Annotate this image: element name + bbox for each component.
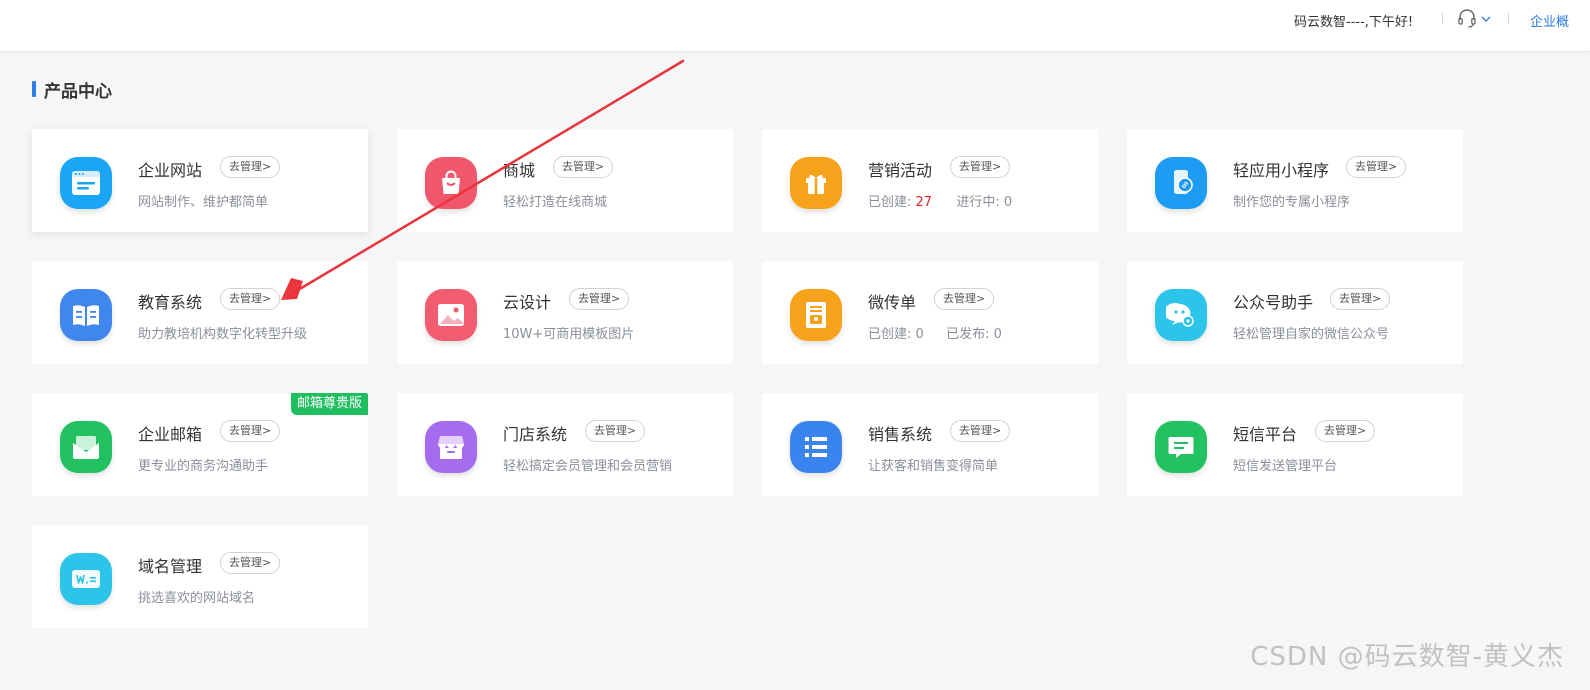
browser-window-icon	[60, 157, 112, 209]
product-name: 商城	[503, 161, 536, 180]
stat-value-created: 27	[915, 195, 933, 210]
product-name: 营销活动	[868, 161, 933, 180]
manage-button[interactable]: 去管理>	[569, 288, 630, 310]
product-name: 教育系统	[138, 293, 203, 312]
chat-bubble-gear-icon	[1155, 289, 1207, 341]
divider	[1442, 12, 1443, 24]
mini-program-phone-icon	[1155, 157, 1207, 209]
stat-value-created: 0	[915, 327, 924, 342]
manage-button[interactable]: 去管理>	[934, 288, 995, 310]
section-header: 产品中心	[32, 78, 112, 102]
product-card-domain[interactable]: 域名管理 去管理> 挑选喜欢的网站域名	[32, 525, 368, 628]
product-stats: 已创建: 0 已发布: 0	[868, 323, 1002, 342]
manage-button[interactable]: 去管理>	[1315, 420, 1376, 442]
section-title: 产品中心	[44, 81, 112, 102]
product-stats: 已创建: 27 进行中: 0	[868, 191, 1012, 210]
domain-tag-icon	[60, 553, 112, 605]
list-icon	[790, 421, 842, 473]
premium-badge: 邮箱尊贵版	[290, 393, 368, 415]
product-card-mini-program[interactable]: 轻应用小程序 去管理> 制作您的专属小程序	[1127, 129, 1463, 232]
product-name: 短信平台	[1233, 425, 1298, 444]
enterprise-link[interactable]: 企业概	[1530, 11, 1569, 30]
stat-label-created: 已创建:	[868, 327, 912, 342]
manage-button[interactable]: 去管理>	[220, 288, 281, 310]
message-icon	[1155, 421, 1207, 473]
stat-value-published: 0	[993, 327, 1002, 342]
product-card-cloud-design[interactable]: 云设计 去管理> 10W+可商用模板图片	[397, 261, 733, 364]
manage-button[interactable]: 去管理>	[1346, 156, 1407, 178]
product-description: 制作您的专属小程序	[1233, 195, 1351, 210]
flyer-icon	[790, 289, 842, 341]
section-accent-bar	[32, 81, 36, 97]
product-name: 企业邮箱	[138, 425, 203, 444]
manage-button[interactable]: 去管理>	[220, 420, 281, 442]
product-card-education[interactable]: 教育系统 去管理> 助力教培机构数字化转型升级	[32, 261, 368, 364]
product-name: 公众号助手	[1233, 293, 1314, 312]
product-description: 助力教培机构数字化转型升级	[138, 327, 308, 342]
shopping-bag-icon	[425, 157, 477, 209]
product-card-marketing[interactable]: 营销活动 去管理> 已创建: 27 进行中: 0	[762, 129, 1098, 232]
customer-service-menu[interactable]	[1458, 9, 1494, 29]
product-card-enterprise-email[interactable]: 邮箱尊贵版 企业邮箱 去管理> 更专业的商务沟通助手	[32, 393, 368, 496]
manage-button[interactable]: 去管理>	[553, 156, 614, 178]
product-description: 网站制作、维护都简单	[138, 195, 269, 210]
product-description: 短信发送管理平台	[1233, 459, 1338, 474]
manage-button[interactable]: 去管理>	[585, 420, 646, 442]
headset-icon	[1458, 9, 1491, 28]
stat-value-ongoing: 0	[1003, 195, 1013, 210]
manage-button[interactable]: 去管理>	[950, 420, 1011, 442]
product-card-sales[interactable]: 销售系统 去管理> 让获客和销售变得简单	[762, 393, 1098, 496]
manage-button[interactable]: 去管理>	[220, 156, 281, 178]
envelope-icon	[60, 421, 112, 473]
store-front-icon	[425, 421, 477, 473]
stat-label-ongoing: 进行中:	[956, 195, 1000, 210]
greeting-text: 码云数智----,下午好!	[1294, 15, 1414, 30]
product-card-enterprise-website[interactable]: 企业网站 去管理> 网站制作、维护都简单	[32, 129, 368, 232]
product-card-sms[interactable]: 短信平台 去管理> 短信发送管理平台	[1127, 393, 1463, 496]
product-card-mall[interactable]: 商城 去管理> 轻松打造在线商城	[397, 129, 733, 232]
manage-button[interactable]: 去管理>	[950, 156, 1011, 178]
product-name: 轻应用小程序	[1233, 161, 1330, 180]
product-card-official-account[interactable]: 公众号助手 去管理> 轻松管理自家的微信公众号	[1127, 261, 1463, 364]
divider	[1508, 12, 1509, 24]
gift-icon	[790, 157, 842, 209]
chevron-down-icon	[1481, 16, 1491, 22]
product-description: 更专业的商务沟通助手	[138, 459, 269, 474]
product-name: 域名管理	[138, 557, 203, 576]
stat-label-published: 已发布:	[946, 327, 990, 342]
stat-label-created: 已创建:	[868, 195, 912, 210]
watermark: CSDN @码云数智-黄义杰	[1250, 642, 1564, 672]
product-name: 云设计	[503, 293, 552, 312]
open-book-icon	[60, 289, 112, 341]
product-name: 微传单	[868, 293, 917, 312]
manage-button[interactable]: 去管理>	[220, 552, 281, 574]
product-name: 企业网站	[138, 161, 203, 180]
image-picture-icon	[425, 289, 477, 341]
product-description: 轻松搞定会员管理和会员营销	[503, 459, 673, 474]
product-description: 挑选喜欢的网站域名	[138, 591, 256, 606]
product-name: 销售系统	[868, 425, 933, 444]
product-card-flyer[interactable]: 微传单 去管理> 已创建: 0 已发布: 0	[762, 261, 1098, 364]
product-name: 门店系统	[503, 425, 568, 444]
top-bar: 码云数智----,下午好! 企业概	[0, 0, 1590, 52]
product-description: 轻松管理自家的微信公众号	[1233, 327, 1390, 342]
product-card-store[interactable]: 门店系统 去管理> 轻松搞定会员管理和会员营销	[397, 393, 733, 496]
manage-button[interactable]: 去管理>	[1330, 288, 1391, 310]
product-description: 轻松打造在线商城	[503, 195, 608, 210]
product-description: 让获客和销售变得简单	[868, 459, 999, 474]
product-description: 10W+可商用模板图片	[503, 327, 635, 342]
